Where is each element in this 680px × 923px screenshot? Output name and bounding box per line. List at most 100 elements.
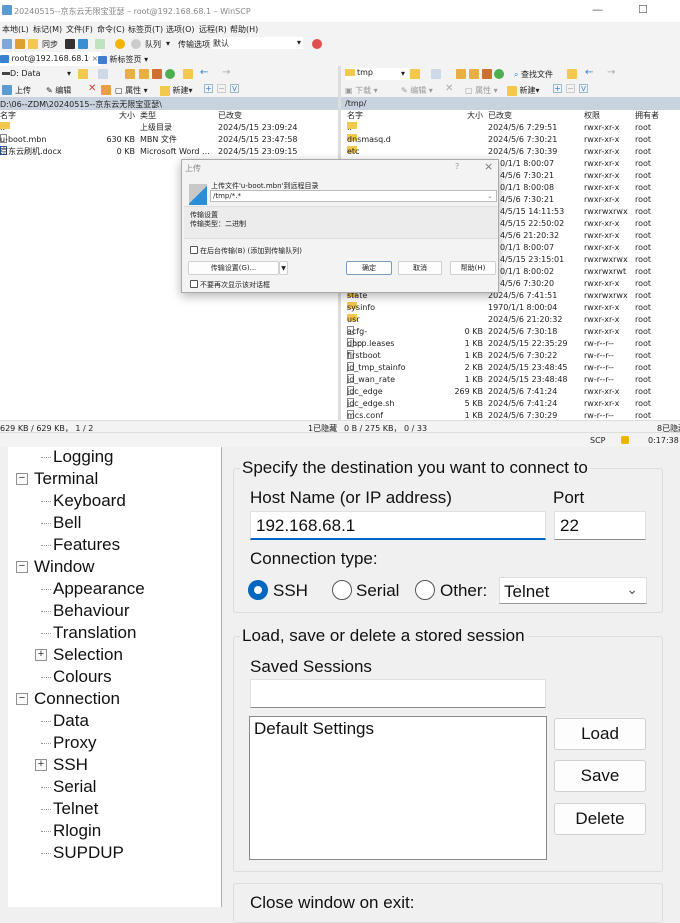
col-perm[interactable]: 权限 (584, 110, 600, 122)
forward-icon[interactable]: → (222, 67, 230, 78)
rename-icon[interactable] (101, 85, 111, 95)
category-tree[interactable]: Logging Terminal − Keyboard Bell Features Wind… (8, 447, 222, 907)
cancel-button[interactable]: 取消 (398, 261, 442, 275)
preferences-icon[interactable] (115, 39, 125, 49)
tree-item-logging[interactable]: Logging (53, 446, 114, 468)
tree-icon[interactable] (567, 69, 577, 79)
col-owner[interactable]: 拥有者 (635, 110, 659, 122)
other-protocol-select[interactable]: Telnet ⌄ (499, 577, 647, 604)
table-row[interactable]: 京东云刷机.docx 0 KB Microsoft Word ... 2024/5/1… (0, 146, 338, 158)
background-transfer-checkbox[interactable]: 在后台传输(B) (添加到传输队列) (190, 246, 302, 256)
menu-item[interactable]: 标记(M) (33, 24, 62, 35)
drive-select[interactable]: D: Data (2, 69, 72, 78)
compare-icon[interactable] (2, 39, 12, 49)
sync-button[interactable]: 同步 (42, 39, 58, 50)
menu-item[interactable]: 命令(C) (97, 24, 125, 35)
transfer-settings-dropdown[interactable]: ▼ (279, 261, 288, 275)
load-button[interactable]: Load (554, 718, 646, 750)
filter-icon[interactable] (431, 69, 441, 79)
sync-folder-icon[interactable] (28, 39, 38, 49)
table-row[interactable]: dhcp.leases 1 KB 2024/5/15 22:35:29 rw-r--r… (341, 338, 680, 350)
tree-item-ssh[interactable]: SSH (53, 754, 88, 776)
select-all-icon[interactable]: + (204, 84, 213, 93)
select-all-icon[interactable]: + (553, 84, 562, 93)
host-input[interactable]: 192.168.68.1 (250, 511, 546, 540)
tree-item-behaviour[interactable]: Behaviour (53, 600, 130, 622)
download-button[interactable]: ▣ 下载 ▾ (345, 85, 378, 96)
unselect-icon[interactable]: − (566, 84, 575, 93)
collapse-icon[interactable]: − (16, 473, 28, 485)
remote-dir-select[interactable]: tmp (345, 68, 409, 80)
home-icon[interactable] (152, 69, 162, 79)
col-size[interactable]: 大小 (92, 110, 135, 122)
transfer-settings-button[interactable]: 传输设置(G)... (188, 261, 279, 275)
tree-item-features[interactable]: Features (53, 534, 120, 556)
filter-select-icon[interactable]: V (230, 84, 239, 93)
tree-item-colours[interactable]: Colours (53, 666, 112, 688)
table-row[interactable]: jd_wan_rate 1 KB 2024/5/15 23:48:48 rw-r--r… (341, 374, 680, 386)
tree-item-rlogin[interactable]: Rlogin (53, 820, 101, 842)
menu-item[interactable]: 本地(L) (2, 24, 29, 35)
refresh-icon[interactable] (165, 69, 175, 79)
tree-item-telnet[interactable]: Telnet (53, 798, 98, 820)
tree-icon[interactable] (183, 69, 193, 79)
table-row[interactable]: .. 2024/5/6 7:29:51 rwxr-xr-x root (341, 122, 680, 134)
session-list[interactable]: Default Settings (249, 716, 547, 860)
edit-button[interactable]: ✎ 编辑 (46, 85, 71, 96)
properties-button[interactable]: ▢ 属性 ▾ (115, 85, 148, 96)
back-icon[interactable]: ← (585, 67, 593, 78)
tree-item-data[interactable]: Data (53, 710, 89, 732)
col-name[interactable]: 名字 (347, 110, 363, 122)
radio-serial[interactable] (332, 580, 352, 600)
table-row[interactable]: dnsmasq.d 2024/5/6 7:30:21 rwxr-xr-x root (341, 134, 680, 146)
local-path[interactable]: D:\06--ZDM\20240515--京东云无限宝亚瑟\ (0, 97, 338, 110)
new-button[interactable]: 新建▾ (507, 85, 540, 96)
maximize-icon[interactable]: ☐ (638, 3, 648, 16)
transfer-preset-select[interactable]: 默认 ▾ (211, 37, 303, 49)
find-files-button[interactable]: ⌕ 查找文件 (514, 69, 553, 80)
table-row[interactable]: usr 2024/5/6 21:20:32 rwxr-xr-x root (341, 314, 680, 326)
menu-item[interactable]: 选项(O) (166, 24, 195, 35)
col-size[interactable]: 大小 (441, 110, 483, 122)
menu-item[interactable]: 远程(R) (199, 24, 227, 35)
tree-item-supdup[interactable]: SUPDUP (53, 842, 124, 864)
help-icon[interactable]: ? (455, 162, 459, 171)
open-folder-icon[interactable] (410, 69, 420, 79)
tree-item-serial[interactable]: Serial (53, 776, 96, 798)
parent-dir-icon[interactable] (456, 69, 466, 79)
saved-session-input[interactable] (250, 679, 546, 708)
tab-session[interactable]: root@192.168.68.1 × (0, 52, 102, 66)
table-row[interactable]: u-boot.mbn 630 KB MBN 文件 2024/5/15 23:47:58 (0, 134, 338, 146)
session-item[interactable]: Default Settings (250, 717, 546, 741)
menu-item[interactable]: 文件(F) (66, 24, 93, 35)
save-button[interactable]: Save (554, 760, 646, 792)
dont-show-checkbox[interactable]: 不要再次显示该对话框 (190, 280, 270, 290)
menu-item[interactable]: 标签页(T) (128, 24, 163, 35)
col-name[interactable]: 名字 (0, 110, 16, 122)
filter-select-icon[interactable]: V (579, 84, 588, 93)
new-button[interactable]: 新建▾ (160, 85, 193, 96)
tree-item-selection[interactable]: Selection (53, 644, 123, 666)
back-icon[interactable]: ← (200, 67, 208, 78)
parent-dir-icon[interactable] (125, 69, 135, 79)
root-dir-icon[interactable] (469, 69, 479, 79)
tree-item-appearance[interactable]: Appearance (53, 578, 145, 600)
sync-status-icon[interactable] (312, 39, 322, 49)
putty-icon[interactable] (78, 39, 88, 49)
radio-other[interactable] (415, 580, 435, 600)
collapse-icon[interactable]: − (16, 561, 28, 573)
table-row[interactable]: firstboot 1 KB 2024/5/6 7:30:22 rw-r--r-- ro… (341, 350, 680, 362)
col-changed[interactable]: 已改变 (218, 110, 242, 122)
filter-icon[interactable] (98, 69, 108, 79)
terminal-icon[interactable] (65, 39, 75, 49)
table-row[interactable]: jdc_edge 269 KB 2024/5/6 7:41:24 rwxr-xr-x r… (341, 386, 680, 398)
home-icon[interactable] (482, 69, 492, 79)
tree-item-terminal[interactable]: Terminal (34, 468, 98, 490)
delete-icon[interactable]: ✕ (88, 83, 96, 94)
edit-button[interactable]: ✎ 编辑 ▾ (401, 85, 433, 96)
table-row[interactable]: mcs.conf 1 KB 2024/5/6 7:30:29 rw-r--r-- roo… (341, 410, 680, 420)
delete-icon[interactable]: ✕ (445, 83, 453, 94)
table-row[interactable]: acfg-app 0 KB 2024/5/6 7:30:18 rwxr-xr-x roo… (341, 326, 680, 348)
tree-item-window[interactable]: Window (34, 556, 94, 578)
port-input[interactable]: 22 (554, 511, 646, 540)
